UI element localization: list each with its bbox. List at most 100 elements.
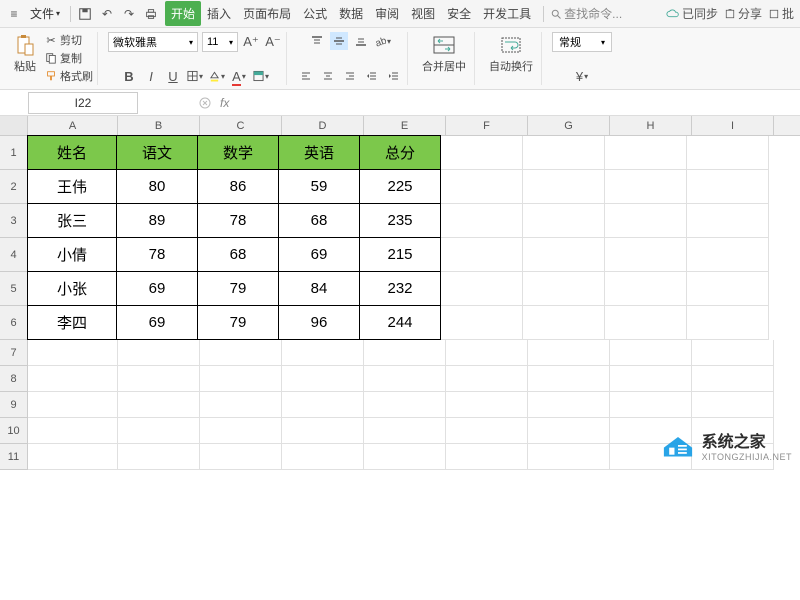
select-all-corner[interactable] [0,116,28,135]
cell[interactable]: 68 [278,203,360,238]
align-top-button[interactable] [308,32,326,50]
cell[interactable]: 英语 [278,135,360,170]
italic-button[interactable]: I [142,67,160,85]
font-size-select[interactable]: 11▾ [202,32,238,52]
orientation-button[interactable]: ab [374,32,392,50]
cell[interactable] [441,306,523,340]
sync-status[interactable]: 已同步 [666,5,718,22]
tab-formulas[interactable]: 公式 [297,1,333,26]
cell[interactable] [200,340,282,366]
cell[interactable]: 79 [197,305,279,340]
cell[interactable]: 80 [116,169,198,204]
cell[interactable] [118,418,200,444]
cell[interactable] [200,392,282,418]
cell[interactable] [282,444,364,470]
cell[interactable] [200,366,282,392]
cell[interactable] [528,392,610,418]
cell[interactable] [605,238,687,272]
row-header[interactable]: 10 [0,418,28,444]
cell[interactable]: 小张 [27,271,117,306]
cell[interactable] [687,272,769,306]
cut-button[interactable]: ✂ 剪切 [44,32,93,48]
cell[interactable] [441,272,523,306]
align-center-button[interactable] [319,67,337,85]
cell[interactable] [200,418,282,444]
row-header[interactable]: 2 [0,170,28,204]
currency-button[interactable]: ¥ [573,67,591,85]
row-header[interactable]: 11 [0,444,28,470]
cell[interactable] [528,340,610,366]
cell[interactable] [441,204,523,238]
cell[interactable] [605,272,687,306]
cell[interactable] [610,392,692,418]
cell[interactable] [446,444,528,470]
file-menu[interactable]: 文件 ▾ [26,3,64,24]
cell[interactable]: 69 [278,237,360,272]
cell[interactable] [364,444,446,470]
cell[interactable] [687,204,769,238]
tab-security[interactable]: 安全 [441,1,477,26]
tab-pagelayout[interactable]: 页面布局 [237,1,297,26]
column-header[interactable]: B [118,116,200,135]
print-icon[interactable] [143,6,159,22]
cell[interactable] [364,366,446,392]
more-button[interactable]: 批 [768,5,794,22]
cell[interactable]: 244 [359,305,441,340]
number-format-select[interactable]: 常规 ▾ [552,32,612,52]
tab-review[interactable]: 审阅 [369,1,405,26]
row-header[interactable]: 6 [0,306,28,340]
cell[interactable]: 225 [359,169,441,204]
cell[interactable] [528,418,610,444]
decrease-indent-button[interactable] [363,67,381,85]
cell[interactable] [687,238,769,272]
cell[interactable] [441,170,523,204]
cell[interactable] [528,366,610,392]
cell[interactable] [441,238,523,272]
cell[interactable] [364,340,446,366]
cell[interactable] [605,170,687,204]
cell[interactable] [28,418,118,444]
cell[interactable]: 96 [278,305,360,340]
row-header[interactable]: 8 [0,366,28,392]
cell[interactable]: 语文 [116,135,198,170]
align-right-button[interactable] [341,67,359,85]
cell[interactable] [692,340,774,366]
cell[interactable]: 张三 [27,203,117,238]
cell[interactable]: 小倩 [27,237,117,272]
font-color-button[interactable]: A [230,67,248,85]
cell[interactable]: 215 [359,237,441,272]
cell[interactable] [446,340,528,366]
align-middle-button[interactable] [330,32,348,50]
cell[interactable] [610,366,692,392]
cell[interactable] [523,238,605,272]
tab-home[interactable]: 开始 [165,1,201,26]
column-header[interactable]: H [610,116,692,135]
app-menu-icon[interactable]: ≡ [6,6,22,22]
tab-view[interactable]: 视图 [405,1,441,26]
cell[interactable]: 69 [116,271,198,306]
column-header[interactable]: E [364,116,446,135]
cell[interactable]: 69 [116,305,198,340]
cell[interactable]: 总分 [359,135,441,170]
cell[interactable] [687,170,769,204]
font-name-select[interactable]: 微软雅黑▾ [108,32,198,52]
cell[interactable]: 李四 [27,305,117,340]
fill-color-button[interactable] [208,67,226,85]
cell[interactable]: 59 [278,169,360,204]
row-header[interactable]: 5 [0,272,28,306]
cell[interactable] [28,366,118,392]
cell[interactable] [446,392,528,418]
shrink-font-button[interactable]: A⁻ [264,33,282,51]
cell[interactable] [118,392,200,418]
row-header[interactable]: 7 [0,340,28,366]
column-header[interactable]: G [528,116,610,135]
undo-icon[interactable]: ↶ [99,6,115,22]
cell[interactable] [282,392,364,418]
cell[interactable] [118,340,200,366]
borders-button[interactable] [186,67,204,85]
cell[interactable]: 姓名 [27,135,117,170]
cell[interactable] [118,366,200,392]
cell[interactable]: 89 [116,203,198,238]
row-header[interactable]: 3 [0,204,28,238]
cell[interactable] [523,306,605,340]
